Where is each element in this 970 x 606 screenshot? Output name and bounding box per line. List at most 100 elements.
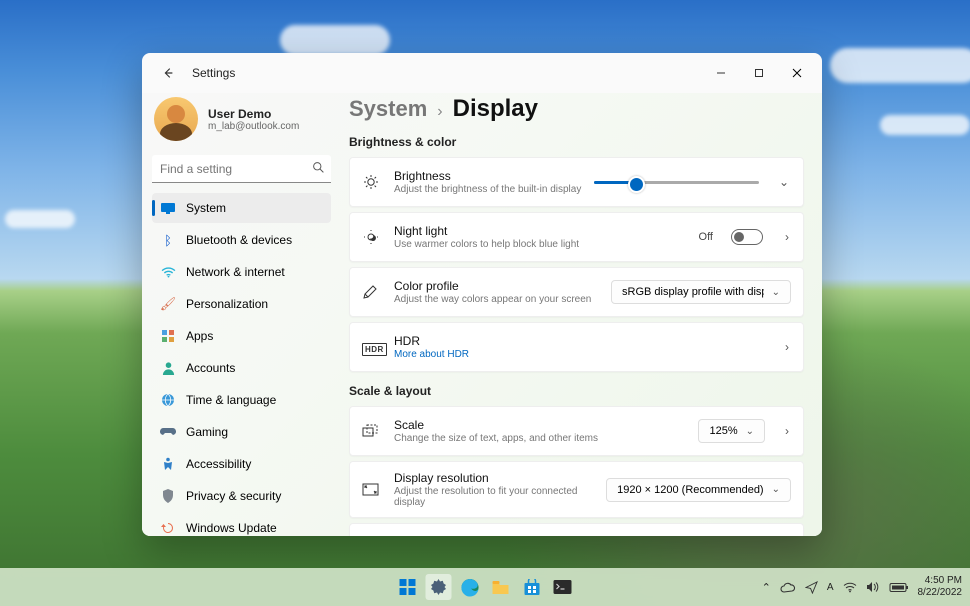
sidebar-item-time[interactable]: Time & language bbox=[152, 385, 331, 415]
bluetooth-icon: ᛒ bbox=[160, 232, 176, 248]
window-controls bbox=[702, 59, 816, 87]
color-profile-dropdown[interactable]: sRGB display profile with display hardwa… bbox=[611, 280, 791, 304]
night-light-card[interactable]: Night light Use warmer colors to help bl… bbox=[349, 212, 804, 262]
update-icon bbox=[160, 520, 176, 536]
tray-volume-icon[interactable] bbox=[866, 581, 880, 593]
breadcrumb-parent[interactable]: System bbox=[349, 96, 427, 122]
sidebar-item-label: Apps bbox=[186, 329, 213, 343]
apps-icon bbox=[160, 328, 176, 344]
taskbar-app-store[interactable] bbox=[519, 574, 545, 600]
card-subtitle: Change the size of text, apps, and other… bbox=[394, 433, 686, 444]
window-title: Settings bbox=[192, 66, 235, 80]
user-profile[interactable]: User Demo m_lab@outlook.com bbox=[152, 93, 331, 151]
tray-location-icon[interactable] bbox=[805, 581, 818, 594]
sidebar-item-accessibility[interactable]: Accessibility bbox=[152, 449, 331, 479]
sidebar-item-apps[interactable]: Apps bbox=[152, 321, 331, 351]
chevron-right-icon: › bbox=[437, 103, 442, 121]
taskbar-app-settings[interactable] bbox=[426, 574, 452, 600]
avatar bbox=[154, 97, 198, 141]
scale-icon bbox=[362, 424, 382, 438]
tray-clock[interactable]: 4:50 PM 8/22/2022 bbox=[918, 575, 963, 599]
card-title: Scale bbox=[394, 418, 686, 432]
sidebar-item-system[interactable]: System bbox=[152, 193, 331, 223]
scale-dropdown[interactable]: 125% ⌄ bbox=[698, 419, 765, 443]
shield-icon bbox=[160, 488, 176, 504]
resolution-dropdown[interactable]: 1920 × 1200 (Recommended) ⌄ bbox=[606, 478, 791, 502]
color-profile-card[interactable]: Color profile Adjust the way colors appe… bbox=[349, 267, 804, 317]
system-tray[interactable]: ⌃ A 4:50 PM 8/22/2022 bbox=[762, 575, 962, 599]
chevron-right-icon[interactable]: › bbox=[783, 424, 791, 438]
card-title: Brightness bbox=[394, 169, 582, 183]
hdr-more-link[interactable]: More about HDR bbox=[394, 349, 771, 360]
chevron-down-icon[interactable]: ⌄ bbox=[777, 175, 791, 189]
scale-card[interactable]: Scale Change the size of text, apps, and… bbox=[349, 406, 804, 456]
page-title: Display bbox=[453, 95, 538, 123]
sidebar-item-network[interactable]: Network & internet bbox=[152, 257, 331, 287]
navigation: System ᛒ Bluetooth & devices Network & i… bbox=[152, 193, 331, 536]
chevron-down-icon: ⌄ bbox=[772, 287, 780, 298]
tray-language-icon[interactable]: A bbox=[827, 582, 834, 593]
sidebar-item-update[interactable]: Windows Update bbox=[152, 513, 331, 536]
orientation-card[interactable]: Display orientation Landscape ⌄ bbox=[349, 523, 804, 536]
brightness-card[interactable]: Brightness Adjust the brightness of the … bbox=[349, 157, 804, 207]
taskbar-center bbox=[395, 574, 576, 600]
card-title: Display resolution bbox=[394, 471, 594, 485]
sidebar-item-label: Privacy & security bbox=[186, 489, 281, 503]
taskbar-app-explorer[interactable] bbox=[488, 574, 514, 600]
sidebar-item-bluetooth[interactable]: ᛒ Bluetooth & devices bbox=[152, 225, 331, 255]
tray-battery-icon[interactable] bbox=[889, 582, 909, 593]
minimize-button[interactable] bbox=[702, 59, 740, 87]
card-title: HDR bbox=[394, 334, 771, 348]
tray-wifi-icon[interactable] bbox=[843, 582, 857, 593]
search-box[interactable] bbox=[152, 155, 331, 183]
resolution-card[interactable]: Display resolution Adjust the resolution… bbox=[349, 461, 804, 518]
sidebar-item-label: Network & internet bbox=[186, 265, 285, 279]
hdr-icon: HDR bbox=[362, 339, 382, 355]
sidebar-item-label: Bluetooth & devices bbox=[186, 233, 292, 247]
user-name: User Demo bbox=[208, 107, 299, 121]
accessibility-icon bbox=[160, 456, 176, 472]
cloud-decoration bbox=[830, 48, 970, 83]
display-icon bbox=[160, 200, 176, 216]
card-title: Night light bbox=[394, 224, 687, 238]
back-button[interactable] bbox=[154, 59, 182, 87]
person-icon bbox=[160, 360, 176, 376]
brightness-slider[interactable] bbox=[594, 181, 759, 184]
night-light-toggle[interactable] bbox=[731, 229, 763, 245]
sidebar-item-accounts[interactable]: Accounts bbox=[152, 353, 331, 383]
maximize-button[interactable] bbox=[740, 59, 778, 87]
globe-icon bbox=[160, 392, 176, 408]
pen-icon bbox=[362, 284, 382, 300]
arrow-left-icon bbox=[161, 66, 175, 80]
card-subtitle: Adjust the resolution to fit your connec… bbox=[394, 486, 594, 508]
cloud-decoration bbox=[880, 115, 970, 135]
close-button[interactable] bbox=[778, 59, 816, 87]
section-scale-layout: Scale & layout bbox=[349, 384, 804, 398]
card-subtitle: Use warmer colors to help block blue lig… bbox=[394, 239, 687, 250]
chevron-right-icon[interactable]: › bbox=[783, 340, 791, 354]
taskbar-app-terminal[interactable] bbox=[550, 574, 576, 600]
tray-time: 4:50 PM bbox=[918, 575, 963, 587]
start-button[interactable] bbox=[395, 574, 421, 600]
card-subtitle: Adjust the way colors appear on your scr… bbox=[394, 294, 599, 305]
titlebar[interactable]: Settings bbox=[142, 53, 822, 93]
sidebar-item-gaming[interactable]: Gaming bbox=[152, 417, 331, 447]
taskbar[interactable]: ⌃ A 4:50 PM 8/22/2022 bbox=[0, 568, 970, 606]
search-icon bbox=[312, 161, 325, 174]
sidebar-item-privacy[interactable]: Privacy & security bbox=[152, 481, 331, 511]
tray-onedrive-icon[interactable] bbox=[780, 582, 796, 593]
sidebar: User Demo m_lab@outlook.com System ᛒ Blu… bbox=[142, 93, 337, 536]
sidebar-item-label: Time & language bbox=[186, 393, 276, 407]
sidebar-item-label: System bbox=[186, 201, 226, 215]
chevron-down-icon: ⌄ bbox=[772, 484, 780, 495]
main-content[interactable]: System › Display Brightness & color Brig… bbox=[337, 93, 822, 536]
sidebar-item-label: Windows Update bbox=[186, 521, 277, 535]
sidebar-item-label: Personalization bbox=[186, 297, 268, 311]
chevron-right-icon[interactable]: › bbox=[783, 230, 791, 244]
search-input[interactable] bbox=[152, 155, 331, 183]
resolution-icon bbox=[362, 483, 382, 496]
tray-chevron-icon[interactable]: ⌃ bbox=[762, 581, 771, 594]
sidebar-item-personalization[interactable]: 🖌 Personalization bbox=[152, 289, 331, 319]
taskbar-app-edge[interactable] bbox=[457, 574, 483, 600]
hdr-card[interactable]: HDR HDR More about HDR › bbox=[349, 322, 804, 372]
